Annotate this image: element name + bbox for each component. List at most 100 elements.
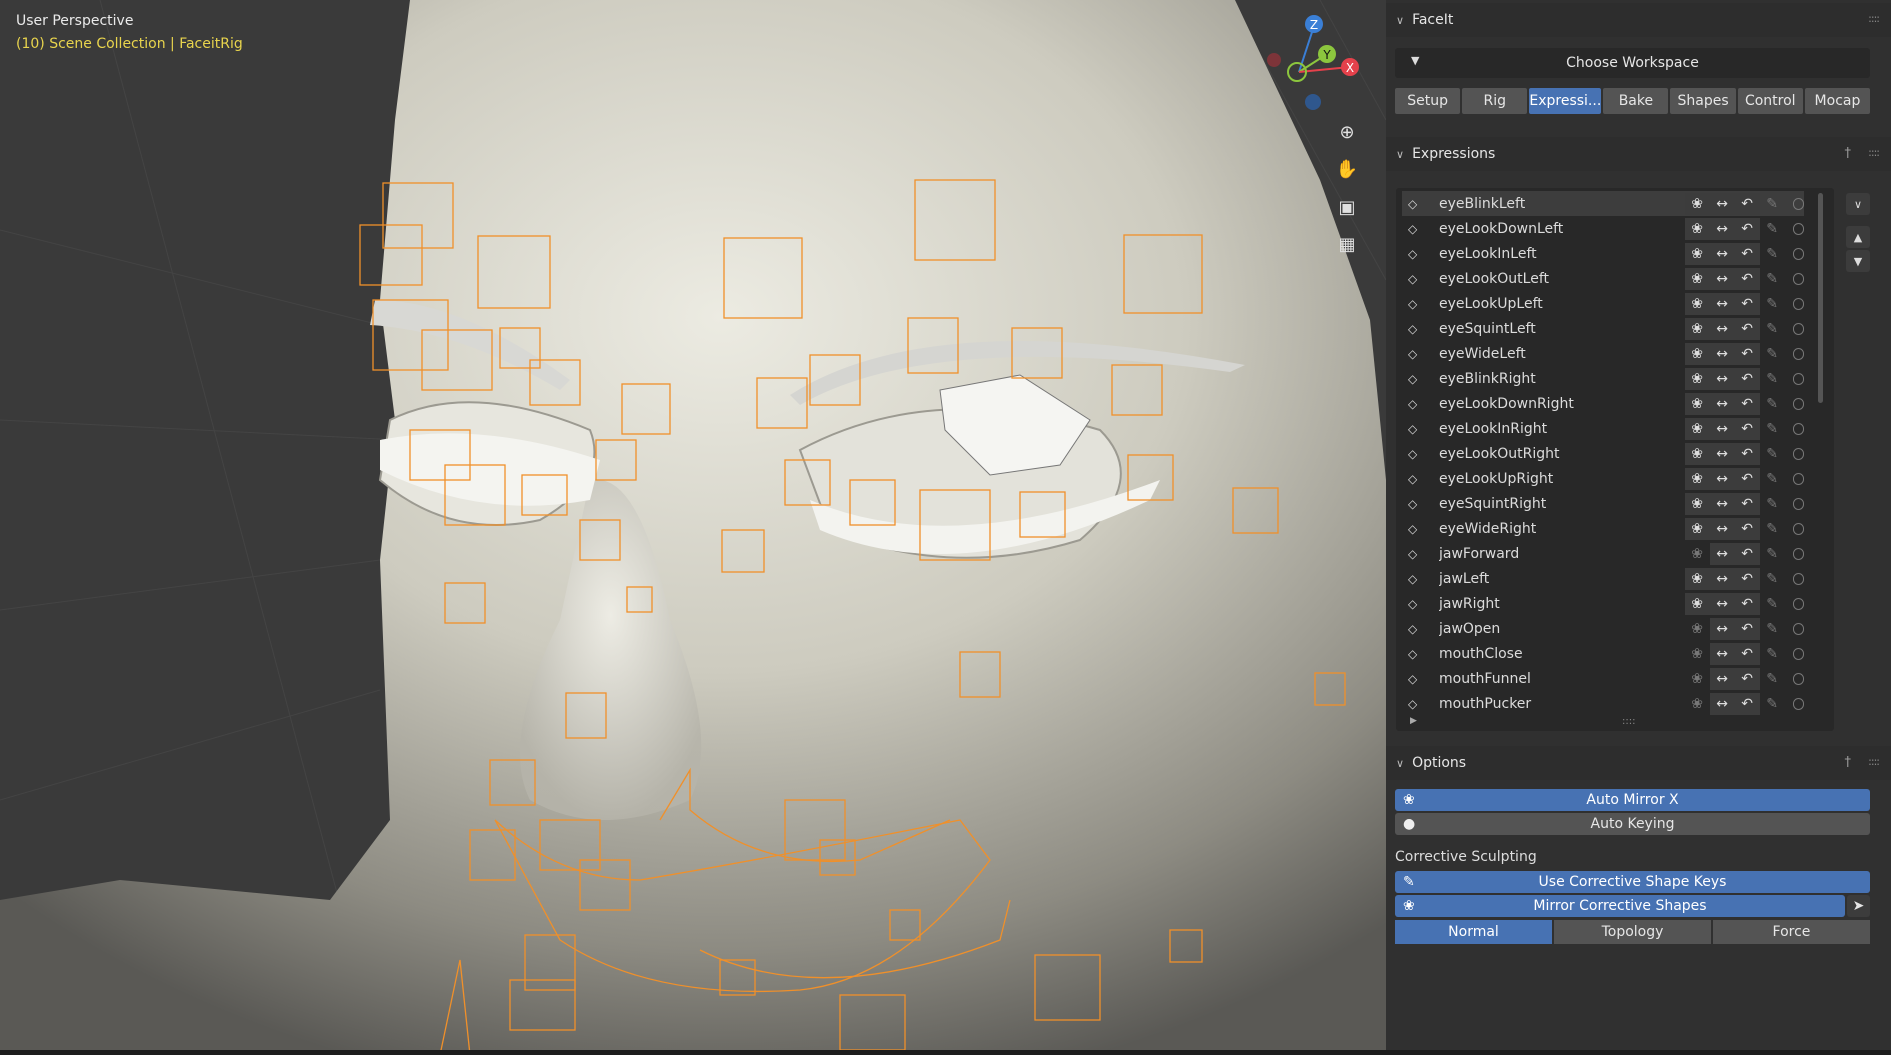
- zoom-icon[interactable]: ⊕: [1331, 116, 1363, 148]
- mirror-icon[interactable]: ❀: [1685, 618, 1710, 640]
- swap-arrows-icon[interactable]: ↔: [1709, 267, 1735, 290]
- mirror-icon[interactable]: ❀: [1684, 267, 1710, 290]
- swap-arrows-icon[interactable]: ↔: [1709, 292, 1735, 315]
- mirror-icon[interactable]: ❀: [1684, 567, 1710, 590]
- reset-icon[interactable]: ↶: [1734, 642, 1760, 665]
- corrective-indicator-icon[interactable]: [1792, 547, 1805, 560]
- mirror-icon[interactable]: ❀: [1685, 693, 1710, 715]
- sculpt-brush-icon[interactable]: ✎: [1760, 643, 1785, 665]
- reset-icon[interactable]: ↶: [1734, 417, 1760, 440]
- reset-icon[interactable]: ↶: [1734, 267, 1760, 290]
- tab-shapes[interactable]: Shapes: [1670, 88, 1736, 114]
- corrective-indicator-icon[interactable]: [1792, 272, 1805, 285]
- expression-row[interactable]: ◇ mouthPucker ❀ ↔ ↶ ✎: [1402, 691, 1805, 716]
- move-up-icon[interactable]: ▲: [1846, 226, 1870, 248]
- mirror-icon[interactable]: ❀: [1684, 317, 1710, 340]
- reset-icon[interactable]: ↶: [1734, 367, 1760, 390]
- expression-row[interactable]: ◇ eyeSquintRight ❀ ↔ ↶ ✎: [1402, 491, 1805, 516]
- sculpt-brush-icon[interactable]: ✎: [1760, 218, 1785, 240]
- swap-arrows-icon[interactable]: ↔: [1709, 242, 1735, 265]
- swap-arrows-icon[interactable]: ↔: [1709, 192, 1735, 215]
- sculpt-brush-icon[interactable]: ✎: [1760, 293, 1785, 315]
- auto-mirror-x-toggle[interactable]: ❀ Auto Mirror X: [1395, 789, 1870, 811]
- corrective-indicator-icon[interactable]: [1792, 572, 1805, 585]
- tab-setup[interactable]: Setup: [1395, 88, 1461, 114]
- auto-keying-toggle[interactable]: ● Auto Keying: [1395, 813, 1870, 835]
- corrective-indicator-icon[interactable]: [1792, 322, 1805, 335]
- swap-arrows-icon[interactable]: ↔: [1709, 317, 1735, 340]
- mirror-corrective-shapes-button[interactable]: ❀ Mirror Corrective Shapes: [1395, 895, 1845, 917]
- sculpt-brush-icon[interactable]: ✎: [1760, 418, 1785, 440]
- grid-icon[interactable]: ▦: [1331, 228, 1363, 260]
- expression-row[interactable]: ◇ eyeLookUpRight ❀ ↔ ↶ ✎: [1402, 466, 1805, 491]
- sculpt-brush-icon[interactable]: ✎: [1760, 518, 1785, 540]
- mirror-icon[interactable]: ❀: [1685, 668, 1710, 690]
- expression-row[interactable]: ◇ eyeLookOutLeft ❀ ↔ ↶ ✎: [1402, 266, 1805, 291]
- corrective-indicator-icon[interactable]: [1792, 672, 1805, 685]
- swap-arrows-icon[interactable]: ↔: [1709, 642, 1735, 665]
- mirror-icon[interactable]: ❀: [1684, 417, 1710, 440]
- expression-row[interactable]: ◇ eyeLookDownRight ❀ ↔ ↶ ✎: [1402, 391, 1805, 416]
- tab-mocap[interactable]: Mocap: [1804, 88, 1871, 114]
- sculpt-brush-icon[interactable]: ✎: [1760, 693, 1785, 715]
- sculpt-brush-icon[interactable]: ✎: [1760, 468, 1785, 490]
- reset-icon[interactable]: ↶: [1734, 467, 1760, 490]
- sculpt-brush-icon[interactable]: ✎: [1760, 593, 1785, 615]
- mirror-icon[interactable]: ❀: [1685, 543, 1710, 565]
- drag-grip-icon[interactable]: ::::: [1868, 146, 1880, 159]
- swap-arrows-icon[interactable]: ↔: [1709, 567, 1735, 590]
- corrective-indicator-icon[interactable]: [1792, 472, 1805, 485]
- reset-icon[interactable]: ↶: [1734, 567, 1760, 590]
- mode-normal[interactable]: Normal: [1395, 920, 1552, 944]
- reset-icon[interactable]: ↶: [1734, 242, 1760, 265]
- options-header[interactable]: ∨ Options † ::::: [1386, 746, 1891, 780]
- swap-arrows-icon[interactable]: ↔: [1709, 542, 1735, 565]
- swap-arrows-icon[interactable]: ↔: [1709, 692, 1735, 715]
- sculpt-brush-icon[interactable]: ✎: [1760, 568, 1785, 590]
- sculpt-brush-icon[interactable]: ✎: [1760, 318, 1785, 340]
- reset-icon[interactable]: ↶: [1734, 617, 1760, 640]
- expression-row[interactable]: ◇ eyeLookOutRight ❀ ↔ ↶ ✎: [1402, 441, 1805, 466]
- cursor-arrow-icon[interactable]: ➤: [1847, 895, 1870, 917]
- corrective-indicator-icon[interactable]: [1792, 597, 1805, 610]
- mirror-icon[interactable]: ❀: [1684, 392, 1710, 415]
- expression-row[interactable]: ◇ eyeWideRight ❀ ↔ ↶ ✎: [1402, 516, 1805, 541]
- corrective-indicator-icon[interactable]: [1792, 497, 1805, 510]
- reset-icon[interactable]: ↶: [1734, 492, 1760, 515]
- mirror-icon[interactable]: ❀: [1684, 442, 1710, 465]
- mirror-icon[interactable]: ❀: [1684, 192, 1710, 215]
- use-corrective-shape-keys-toggle[interactable]: ✎ Use Corrective Shape Keys: [1395, 871, 1870, 893]
- sculpt-brush-icon[interactable]: ✎: [1760, 493, 1785, 515]
- reset-icon[interactable]: ↶: [1734, 667, 1760, 690]
- tab-rig[interactable]: Rig: [1462, 88, 1528, 114]
- sculpt-brush-icon[interactable]: ✎: [1760, 668, 1785, 690]
- expression-row[interactable]: ◇ eyeLookDownLeft ❀ ↔ ↶ ✎: [1402, 216, 1805, 241]
- sculpt-brush-icon[interactable]: ✎: [1760, 193, 1785, 215]
- sculpt-brush-icon[interactable]: ✎: [1760, 368, 1785, 390]
- mirror-icon[interactable]: ❀: [1685, 643, 1710, 665]
- expression-row[interactable]: ◇ eyeLookInRight ❀ ↔ ↶ ✎: [1402, 416, 1805, 441]
- swap-arrows-icon[interactable]: ↔: [1709, 342, 1735, 365]
- swap-arrows-icon[interactable]: ↔: [1709, 392, 1735, 415]
- corrective-indicator-icon[interactable]: [1792, 297, 1805, 310]
- corrective-indicator-icon[interactable]: [1792, 247, 1805, 260]
- reset-icon[interactable]: ↶: [1734, 342, 1760, 365]
- move-down-icon[interactable]: ▼: [1846, 250, 1870, 272]
- reset-icon[interactable]: ↶: [1734, 592, 1760, 615]
- expand-triangle-icon[interactable]: ▶: [1410, 716, 1417, 726]
- corrective-indicator-icon[interactable]: [1792, 397, 1805, 410]
- sculpt-brush-icon[interactable]: ✎: [1760, 343, 1785, 365]
- reset-icon[interactable]: ↶: [1734, 317, 1760, 340]
- corrective-indicator-icon[interactable]: [1792, 522, 1805, 535]
- drag-grip-icon[interactable]: ::::: [1868, 755, 1880, 768]
- pin-icon[interactable]: †: [1845, 755, 1852, 770]
- mirror-icon[interactable]: ❀: [1684, 367, 1710, 390]
- sculpt-brush-icon[interactable]: ✎: [1760, 443, 1785, 465]
- tab-expressions[interactable]: Expressi...: [1529, 88, 1602, 114]
- mode-topology[interactable]: Topology: [1554, 920, 1711, 944]
- swap-arrows-icon[interactable]: ↔: [1709, 517, 1735, 540]
- faceit-header[interactable]: ∨ FaceIt ::::: [1386, 3, 1891, 37]
- hand-icon[interactable]: ✋: [1331, 153, 1363, 185]
- sculpt-brush-icon[interactable]: ✎: [1760, 243, 1785, 265]
- reset-icon[interactable]: ↶: [1734, 517, 1760, 540]
